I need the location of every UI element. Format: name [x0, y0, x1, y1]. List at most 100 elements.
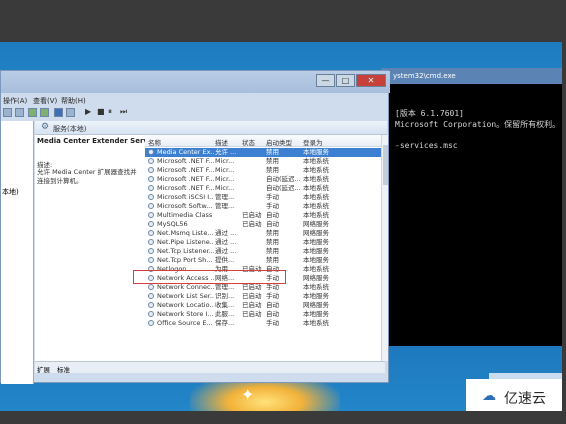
table-row[interactable]: Multimedia Class Scheduler 已启动自动 本地系统 — [145, 211, 381, 220]
cell-startup: 禁用 — [266, 238, 279, 246]
cell-logon: 本地系统 — [303, 166, 329, 174]
cell-startup: 禁用 — [266, 229, 279, 237]
cell-startup: 禁用 — [266, 166, 279, 174]
play-icon[interactable]: ▶ — [85, 107, 91, 116]
cell-desc: 通过 ... — [215, 238, 237, 246]
console-window[interactable]: ystem32\cmd.exe [版本 6.1.7601] Microsoft … — [382, 68, 562, 346]
table-row[interactable]: Microsoft Softw... 管理... 手动 本地系统 — [145, 202, 381, 211]
maximize-button[interactable]: □ — [336, 74, 355, 87]
cell-logon: 本地服务 — [303, 148, 329, 156]
help-icon[interactable] — [54, 108, 63, 117]
cell-name: Network Store I... — [157, 310, 214, 318]
description-text: 允许 Media Center 扩展器查找并连接到计算机。 — [37, 168, 137, 185]
table-row[interactable]: Net.Tcp Listener... 通过 ... 禁用 本地服务 — [145, 247, 381, 256]
column-status[interactable]: 状态 — [242, 137, 255, 147]
table-row[interactable]: Network Connec... 管理... 已启动 手动 本地系统 — [145, 283, 381, 292]
scrollbar-thumb[interactable] — [383, 145, 388, 185]
pause-icon[interactable]: ⏸ — [108, 107, 112, 117]
cell-logon: 本地系统 — [303, 175, 329, 183]
cell-logon: 本地系统 — [303, 184, 329, 192]
image-frame-right — [562, 0, 566, 424]
cell-desc: 通过 ... — [215, 229, 237, 237]
menu-action[interactable]: 操作(A) — [3, 96, 27, 106]
table-row[interactable]: Microsoft iSCSI I... 管理... 手动 本地系统 — [145, 193, 381, 202]
table-row[interactable]: Net.Msmq Liste... 通过 ... 禁用 网络服务 — [145, 229, 381, 238]
cell-startup: 禁用 — [266, 256, 279, 264]
cell-logon: 本地服务 — [303, 247, 329, 255]
table-row[interactable]: Microsoft .NET F... Micr... 自动(延迟... 本地系统 — [145, 175, 381, 184]
tree-pane[interactable]: 本地) — [1, 121, 34, 384]
column-name[interactable]: 名称 — [148, 137, 161, 147]
cell-name: Net.Msmq Liste... — [157, 229, 214, 237]
cell-desc: 管理... — [215, 283, 235, 291]
close-button[interactable]: ✕ — [356, 74, 386, 87]
cell-desc: 管理... — [215, 193, 235, 201]
cell-name: Microsoft Softw... — [157, 202, 213, 210]
cell-desc: 此服... — [215, 310, 235, 318]
table-row[interactable]: Microsoft .NET F... Micr... 禁用 本地系统 — [145, 157, 381, 166]
cell-name: Media Center Ex... — [157, 148, 214, 156]
cell-logon: 网络服务 — [303, 229, 329, 237]
cell-logon: 网络服务 — [303, 220, 329, 228]
cell-status: 已启动 — [242, 211, 262, 219]
table-row[interactable]: Network Store I... 此服... 已启动 自动 本地服务 — [145, 310, 381, 319]
tree-item-local[interactable]: 本地) — [2, 187, 19, 197]
restart-icon[interactable]: ⏭ — [120, 107, 127, 117]
column-startup-type[interactable]: 启动类型 — [266, 137, 292, 147]
table-row[interactable]: Media Center Ex... 允许 ... 禁用 本地服务 — [145, 148, 381, 157]
cell-name: Network Locatio... — [157, 301, 214, 309]
table-row[interactable]: Network List Ser... 识别... 已启动 手动 本地服务 — [145, 292, 381, 301]
table-row[interactable]: Network Locatio... 收集... 已启动 自动 网络服务 — [145, 301, 381, 310]
cell-status: 已启动 — [242, 292, 262, 300]
cell-name: MySQL56 — [157, 220, 188, 228]
cell-desc: 收集... — [215, 301, 235, 309]
cell-logon: 本地服务 — [303, 256, 329, 264]
minimize-button[interactable]: — — [316, 74, 335, 87]
cell-desc: 通过 ... — [215, 247, 237, 255]
toolbar-button-icon[interactable] — [3, 108, 12, 117]
menu-help[interactable]: 帮助(H) — [61, 96, 86, 106]
service-gear-icon — [148, 194, 154, 200]
table-row[interactable]: Microsoft .NET F... Micr... 自动(延迟... 本地系统 — [145, 184, 381, 193]
stop-icon[interactable]: ■ — [97, 107, 105, 116]
console-line: Microsoft Corporation。保留所有权利。 — [395, 120, 561, 129]
table-row[interactable]: MySQL56 已启动 自动 网络服务 — [145, 220, 381, 229]
cell-startup: 自动(延迟... — [266, 175, 301, 183]
toolbar-button-icon[interactable] — [15, 108, 24, 117]
console-title: ystem32\cmd.exe — [383, 68, 562, 84]
service-gear-icon — [148, 203, 154, 209]
cell-logon: 本地系统 — [303, 283, 329, 291]
service-gear-icon — [148, 230, 154, 236]
cell-startup: 手动 — [266, 319, 279, 327]
table-row[interactable]: Net.Pipe Listene... 通过 ... 禁用 本地服务 — [145, 238, 381, 247]
cell-startup: 自动 — [266, 310, 279, 318]
services-window[interactable]: — □ ✕ 操作(A) 查看(V) 帮助(H) ▶ ■ ⏸ ⏭ 本地) ⚙ 服务… — [0, 70, 390, 384]
cell-desc: Micr... — [215, 166, 235, 174]
refresh-icon[interactable] — [28, 108, 37, 117]
menu-view[interactable]: 查看(V) — [33, 96, 57, 106]
services-title-bar[interactable]: — □ ✕ — [1, 71, 390, 93]
cell-name: Microsoft .NET F... — [157, 157, 214, 165]
column-description[interactable]: 描述 — [215, 137, 228, 147]
service-gear-icon — [148, 176, 154, 182]
cell-name: Network Connec... — [157, 283, 214, 291]
cell-desc: Micr... — [215, 175, 235, 183]
column-logon-as[interactable]: 登录为 — [303, 137, 323, 147]
cell-startup: 禁用 — [266, 148, 279, 156]
table-row[interactable]: Net.Tcp Port Sh... 提供... 禁用 本地服务 — [145, 256, 381, 265]
table-row[interactable]: Office Source E... 保存... 手动 本地系统 — [145, 319, 381, 328]
services-list[interactable]: 名称 描述 状态 启动类型 登录为 Media Center Ex... 允许 .… — [145, 135, 381, 361]
cell-name: Microsoft .NET F... — [157, 166, 214, 174]
table-row[interactable]: Microsoft .NET F... Micr... 禁用 本地系统 — [145, 166, 381, 175]
tab-extended[interactable]: 扩展 — [37, 364, 50, 374]
tab-standard[interactable]: 标准 — [57, 364, 70, 374]
cell-desc: 提供... — [215, 256, 235, 264]
description-title: Media Center Extender Service — [37, 137, 160, 145]
cell-status: 已启动 — [242, 310, 262, 318]
properties-icon[interactable] — [66, 108, 75, 117]
export-icon[interactable] — [40, 108, 49, 117]
vertical-scrollbar[interactable] — [381, 135, 388, 361]
cell-logon: 本地系统 — [303, 265, 329, 273]
service-gear-icon — [148, 158, 154, 164]
service-gear-icon — [148, 221, 154, 227]
